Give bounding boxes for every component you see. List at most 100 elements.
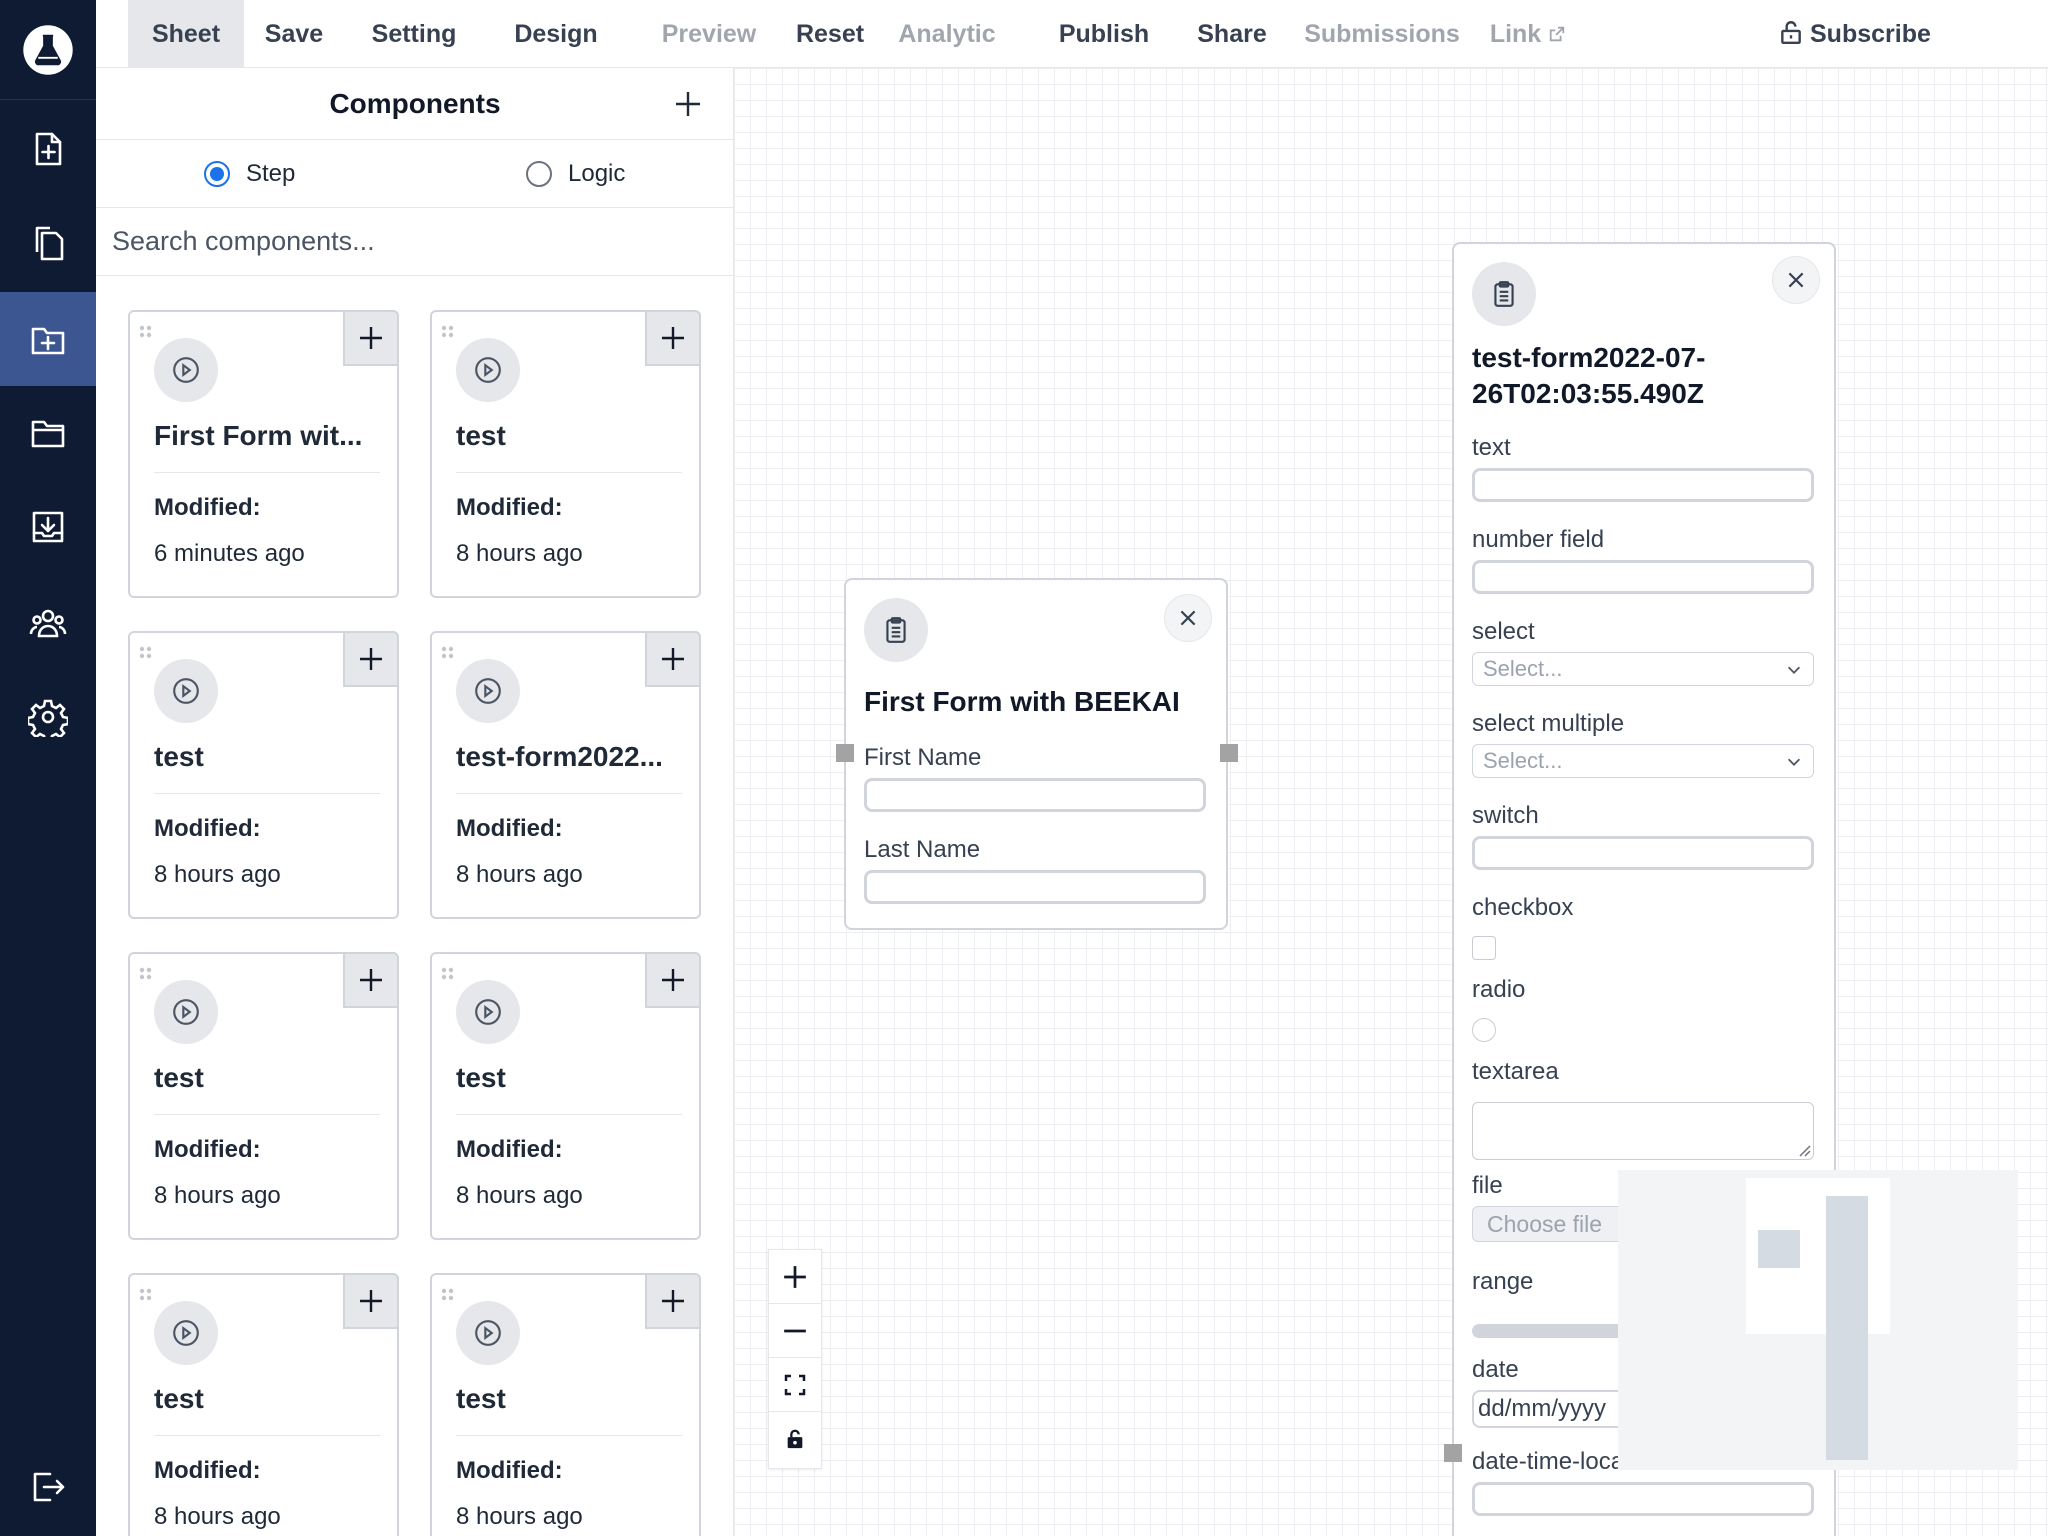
menu-publish[interactable]: Publish — [1030, 0, 1178, 68]
radio-logic-indicator[interactable] — [526, 161, 552, 187]
drag-handle-icon[interactable] — [440, 324, 456, 340]
close-node-button[interactable] — [1772, 256, 1820, 304]
first-name-input[interactable] — [864, 778, 1206, 812]
menu-share[interactable]: Share — [1164, 0, 1300, 68]
drag-handle-icon[interactable] — [138, 966, 154, 982]
card-divider — [456, 1114, 682, 1115]
logout-button[interactable] — [0, 1440, 96, 1534]
close-node-button[interactable] — [1164, 594, 1212, 642]
radio-step[interactable]: Step — [204, 160, 295, 188]
components-header: Components — [96, 68, 733, 140]
select-multiple-dropdown[interactable]: Select... — [1472, 744, 1814, 778]
output-connection-handle[interactable] — [1220, 744, 1238, 762]
radio-logic[interactable]: Logic — [526, 160, 625, 188]
add-to-folder-button[interactable] — [0, 292, 96, 386]
select-placeholder: Select... — [1483, 656, 1563, 681]
drag-handle-icon[interactable] — [440, 645, 456, 661]
menu-setting[interactable]: Setting — [370, 0, 458, 68]
drag-handle-icon[interactable] — [440, 966, 456, 982]
menu-label: Analytic — [898, 20, 996, 48]
last-name-input[interactable] — [864, 870, 1206, 904]
drag-handle-icon[interactable] — [440, 1287, 456, 1303]
import-button[interactable] — [0, 480, 96, 574]
settings-button[interactable] — [0, 670, 96, 764]
card-name: test — [154, 1383, 204, 1414]
menu-reset[interactable]: Reset — [774, 0, 886, 68]
card-name: test — [456, 1383, 506, 1414]
card-name: First Form wit... — [154, 420, 363, 451]
add-card-button[interactable] — [645, 631, 701, 687]
fit-view-button[interactable] — [769, 1358, 821, 1412]
component-card[interactable]: First Form wit... Modified: 6 minutes ago — [128, 310, 399, 598]
chevron-down-icon — [1787, 666, 1801, 674]
drag-handle-icon[interactable] — [138, 645, 154, 661]
menu-save[interactable]: Save — [258, 0, 330, 68]
app-logo[interactable] — [0, 0, 96, 100]
add-card-button[interactable] — [645, 310, 701, 366]
text-input[interactable] — [1472, 468, 1814, 502]
menu-analytic[interactable]: Analytic — [882, 0, 1012, 68]
users-button[interactable] — [0, 576, 96, 670]
menu-design[interactable]: Design — [500, 0, 612, 68]
subscribe-button[interactable]: Subscribe — [1778, 0, 1931, 68]
flow-canvas[interactable]: First Form with BEEKAI First Name Last N… — [734, 68, 2048, 1536]
add-component-icon[interactable] — [672, 88, 704, 120]
add-card-button[interactable] — [343, 631, 399, 687]
card-modified-label: Modified: — [456, 1136, 563, 1163]
input-connection-handle[interactable] — [836, 744, 854, 762]
menu-link[interactable]: Link — [1480, 0, 1576, 68]
node-title-line2: 26T02:03:55.490Z — [1472, 378, 1704, 409]
play-icon-circle — [456, 980, 520, 1044]
component-card[interactable]: test Modified: 8 hours ago — [430, 1273, 701, 1536]
search-components-input[interactable] — [96, 208, 733, 276]
menu-submissions[interactable]: Submissions — [1282, 0, 1482, 68]
minus-icon — [784, 1329, 806, 1332]
add-card-button[interactable] — [343, 1273, 399, 1329]
component-card[interactable]: test Modified: 8 hours ago — [128, 1273, 399, 1536]
component-card[interactable]: test Modified: 8 hours ago — [128, 952, 399, 1240]
new-form-button[interactable] — [0, 102, 96, 196]
component-card[interactable]: test Modified: 8 hours ago — [128, 631, 399, 919]
components-panel: Components Step Logic First Form wit... M… — [96, 68, 734, 1536]
checkbox[interactable] — [1472, 936, 1496, 960]
date-placeholder: dd/mm/yyyy — [1478, 1395, 1607, 1422]
minimap[interactable] — [1618, 1170, 2018, 1470]
menu-preview[interactable]: Preview — [634, 0, 784, 68]
component-card[interactable]: test Modified: 8 hours ago — [430, 952, 701, 1240]
duplicate-button[interactable] — [0, 196, 96, 290]
add-card-button[interactable] — [645, 952, 701, 1008]
zoom-in-button[interactable] — [769, 1250, 821, 1304]
unlock-icon — [1781, 21, 1801, 45]
radio-button[interactable] — [1472, 1018, 1496, 1042]
input-connection-handle[interactable] — [1444, 1444, 1462, 1462]
switch-input[interactable] — [1472, 836, 1814, 870]
play-icon-circle — [154, 659, 218, 723]
plus-icon — [784, 1265, 806, 1288]
play-icon-circle — [456, 338, 520, 402]
drag-handle-icon[interactable] — [138, 324, 154, 340]
open-folder-button[interactable] — [0, 386, 96, 480]
card-modified-label: Modified: — [154, 1457, 261, 1484]
select-dropdown[interactable]: Select... — [1472, 652, 1814, 686]
number-input[interactable] — [1472, 560, 1814, 594]
play-circle-icon — [173, 999, 199, 1025]
play-icon-circle — [154, 1301, 218, 1365]
download-tray-icon — [32, 511, 64, 543]
drag-handle-icon[interactable] — [138, 1287, 154, 1303]
choose-file-label: Choose file — [1487, 1211, 1603, 1237]
component-card[interactable]: test-form2022... Modified: 8 hours ago — [430, 631, 701, 919]
radio-logic-label: Logic — [568, 160, 626, 187]
component-card[interactable]: test Modified: 8 hours ago — [430, 310, 701, 598]
datetime-local-input[interactable] — [1472, 1482, 1814, 1516]
textarea[interactable] — [1472, 1102, 1814, 1160]
field-label: number field — [1472, 526, 1605, 553]
add-card-button[interactable] — [343, 310, 399, 366]
menu-sheet[interactable]: Sheet — [128, 0, 244, 68]
add-card-button[interactable] — [645, 1273, 701, 1329]
form-node-first-form[interactable]: First Form with BEEKAI First Name Last N… — [836, 578, 1238, 930]
lock-view-button[interactable] — [769, 1412, 821, 1466]
radio-step-indicator[interactable] — [204, 161, 230, 187]
zoom-out-button[interactable] — [769, 1304, 821, 1358]
add-card-button[interactable] — [343, 952, 399, 1008]
plus-icon — [360, 969, 382, 991]
